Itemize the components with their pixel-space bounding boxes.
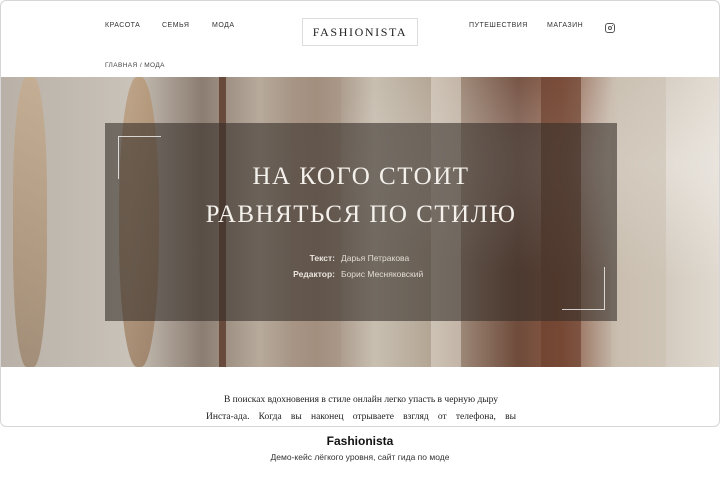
- browser-frame: КРАСОТА СЕМЬЯ МОДА FASHIONISTA ПУТЕШЕСТВ…: [0, 0, 720, 427]
- caption-subtitle: Демо-кейс лёгкого уровня, сайт гида по м…: [270, 452, 450, 462]
- frame-corner-bottom-right: [562, 267, 605, 310]
- author-label: Текст:: [309, 253, 335, 263]
- hero-title-line2: РАВНЯТЬСЯ ПО СТИЛЮ: [205, 201, 517, 228]
- instagram-icon[interactable]: [605, 23, 615, 33]
- article-paragraph-line1: В поисках вдохновения в стиле онлайн лег…: [223, 395, 499, 405]
- nav-link-family[interactable]: СЕМЬЯ: [162, 22, 189, 29]
- hero-banner: НА КОГО СТОИТ РАВНЯТЬСЯ ПО СТИЛЮ Текст: …: [1, 77, 719, 367]
- caption-title: Fashionista: [326, 434, 394, 448]
- breadcrumb[interactable]: ГЛАВНАЯ / МОДА: [105, 62, 165, 69]
- hero-title-line1: НА КОГО СТОИТ: [252, 163, 470, 190]
- editor-name[interactable]: Борис Месняковский: [341, 269, 423, 279]
- editor-label: Редактор:: [293, 269, 335, 279]
- nav-link-travel[interactable]: ПУТЕШЕСТВИЯ: [469, 22, 528, 29]
- article-paragraph-line2: Инста-ада. Когда вы наконец отрываете вз…: [206, 412, 516, 422]
- nav-link-fashion[interactable]: МОДА: [212, 22, 235, 29]
- nav-link-beauty[interactable]: КРАСОТА: [105, 22, 140, 29]
- nav-link-shop[interactable]: МАГАЗИН: [547, 22, 583, 29]
- author-name[interactable]: Дарья Петракова: [341, 253, 409, 263]
- site-logo[interactable]: FASHIONISTA: [302, 18, 418, 46]
